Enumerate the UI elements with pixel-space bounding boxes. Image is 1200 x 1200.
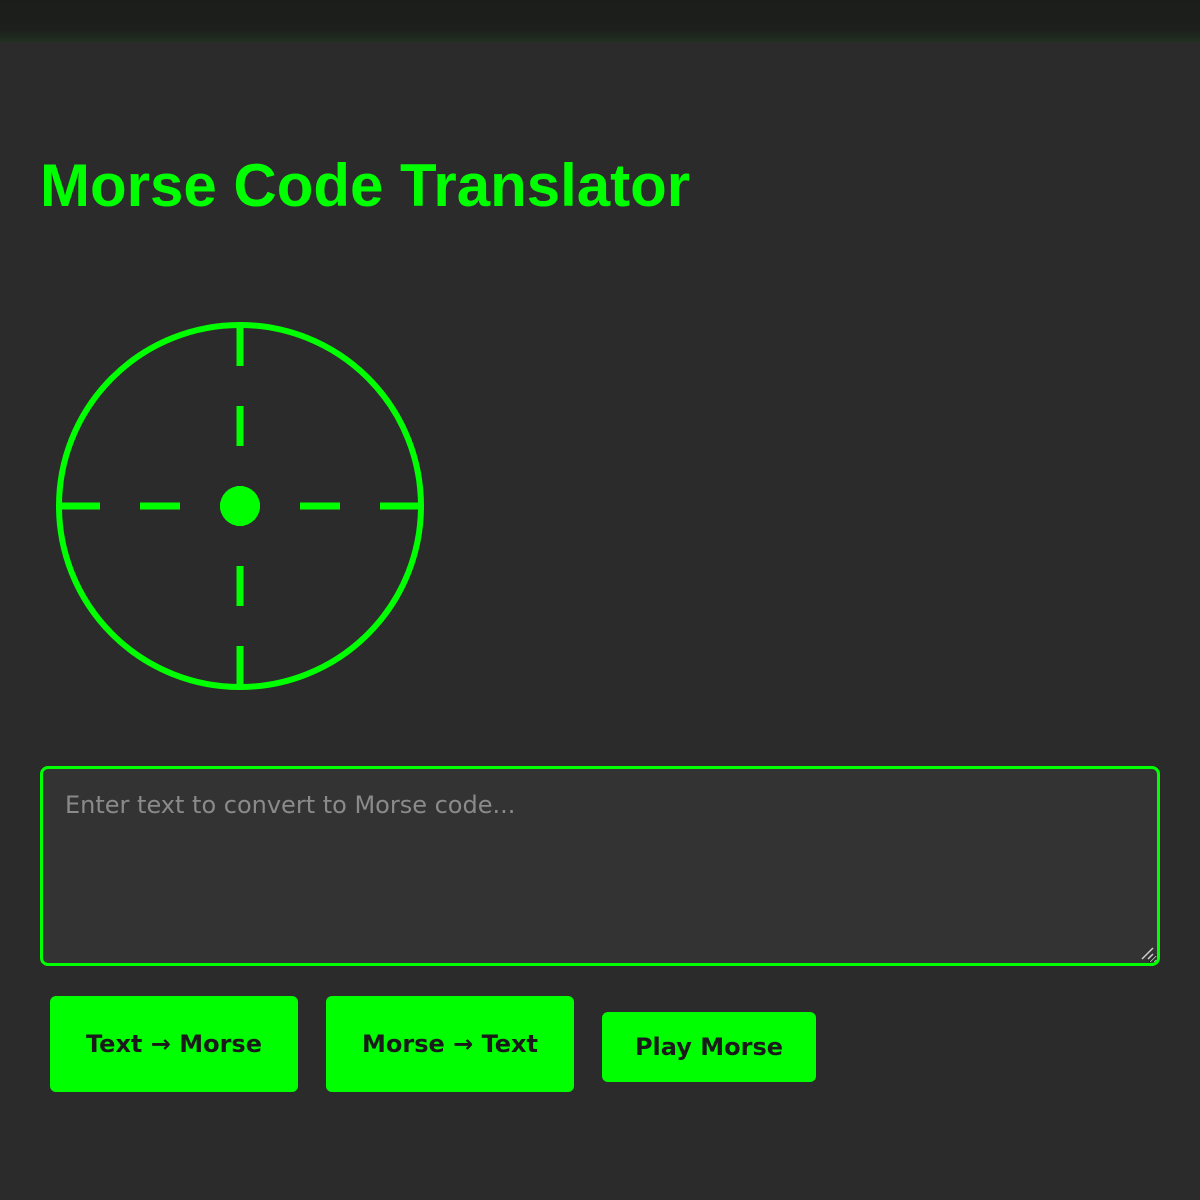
play-morse-button[interactable]: Play Morse bbox=[602, 1012, 816, 1082]
resize-handle-icon[interactable] bbox=[1140, 946, 1154, 960]
top-bar bbox=[0, 0, 1200, 42]
page-title: Morse Code Translator bbox=[40, 152, 691, 219]
text-input[interactable] bbox=[40, 766, 1160, 966]
morse-to-text-button[interactable]: Morse → Text bbox=[326, 996, 574, 1092]
morse-dial-icon bbox=[56, 322, 424, 690]
text-to-morse-button[interactable]: Text → Morse bbox=[50, 996, 298, 1092]
